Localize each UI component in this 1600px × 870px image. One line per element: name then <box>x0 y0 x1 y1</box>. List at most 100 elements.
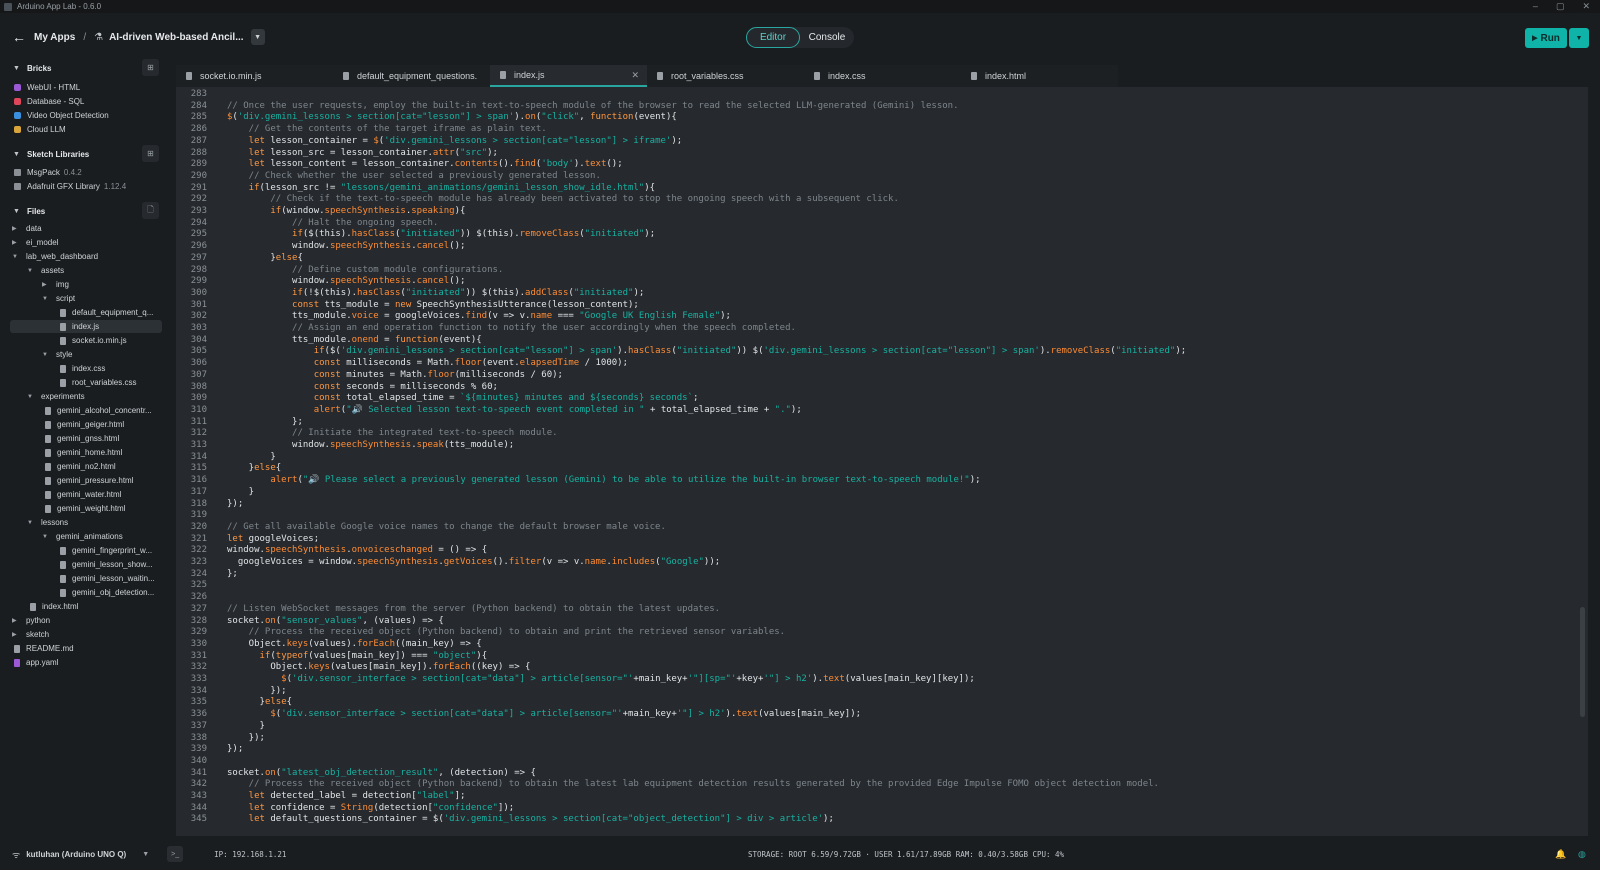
tree-file[interactable]: README.md <box>14 642 74 655</box>
line-number: 286 <box>190 124 207 135</box>
tree-folder[interactable]: ▼ lessons <box>27 516 68 529</box>
tree-folder[interactable]: ▶ python <box>12 614 50 627</box>
tree-file[interactable]: default_equipment_q... <box>60 306 153 319</box>
file-icon <box>45 420 51 429</box>
minimize-icon[interactable]: – <box>1533 1 1538 12</box>
tree-file[interactable]: gemini_no2.html <box>45 460 116 473</box>
code-token: tts_module = <box>319 299 395 310</box>
line-number: 301 <box>190 299 207 310</box>
new-file-icon[interactable]: 🗋 <box>142 202 159 219</box>
my-apps-link[interactable]: My Apps <box>34 32 75 43</box>
code-token: "initiated" <box>400 229 461 240</box>
code-token: window. <box>227 276 330 287</box>
bell-icon[interactable]: 🔔 <box>1555 849 1566 860</box>
tree-file[interactable]: gemini_pressure.html <box>45 474 133 487</box>
tree-label: gemini_obj_detection... <box>72 588 155 597</box>
tab-index-html[interactable]: index.html <box>961 65 1118 87</box>
add-brick-icon[interactable]: ⊞ <box>142 59 159 76</box>
code-token: , (detection) => { <box>438 767 536 778</box>
library-item[interactable]: MsgPack 0.4.2 <box>14 166 82 178</box>
tree-file[interactable]: gemini_water.html <box>45 488 121 501</box>
tree-file[interactable]: index.html <box>30 600 78 613</box>
console-tab-button[interactable]: Console <box>800 32 854 43</box>
code-editor[interactable]: 283 284 285 286 287 288 289 290 291 292 293 294 295 2… <box>176 87 1588 836</box>
tab-index-css[interactable]: index.css <box>804 65 961 87</box>
library-item[interactable]: Adafruit GFX Library 1.12.4 <box>14 180 126 192</box>
code-token: if <box>227 229 303 240</box>
tree-folder[interactable]: ▶ ei_model <box>12 236 58 249</box>
board-selector[interactable]: kutluhan (Arduino UNO Q) <box>26 850 126 859</box>
file-icon <box>60 364 66 373</box>
close-tab-icon[interactable]: ✕ <box>631 70 639 81</box>
tree-file[interactable]: gemini_weight.html <box>45 502 125 515</box>
tree-file[interactable]: gemini_gnss.html <box>45 432 119 445</box>
tree-file-selected[interactable]: index.js <box>10 320 162 333</box>
code-line: window.speechSynthesis.onvoiceschanged =… <box>227 545 487 557</box>
tree-file[interactable]: gemini_home.html <box>45 446 122 459</box>
tab-default-equipment-questions[interactable]: default_equipment_questions. <box>333 65 490 87</box>
tree-folder[interactable]: ▶ sketch <box>12 628 49 641</box>
tree-file[interactable]: gemini_obj_detection... <box>60 586 154 599</box>
tab-socket-io[interactable]: socket.io.min.js <box>176 65 333 87</box>
tree-folder[interactable]: ▼ script <box>42 292 75 305</box>
bricks-section-header[interactable]: ▼ Bricks ⊞ <box>0 59 170 76</box>
tree-file[interactable]: gemini_fingerprint_w... <box>60 544 152 557</box>
sketch-libraries-section-header[interactable]: ▼ Sketch Libraries ⊞ <box>0 145 170 162</box>
tree-file[interactable]: gemini_lesson_waitin... <box>60 572 155 585</box>
code-token: (event){ <box>633 112 677 123</box>
tree-folder[interactable]: ▼ lab_web_dashboard <box>12 250 98 263</box>
terminal-icon[interactable]: >_ <box>167 846 184 862</box>
brick-item[interactable]: Cloud LLM <box>14 123 66 135</box>
code-line: // Check if the text-to-speech module ha… <box>227 194 899 206</box>
vertical-scrollbar[interactable] <box>1580 607 1585 717</box>
breadcrumb-separator: / <box>83 31 87 43</box>
tree-file[interactable]: gemini_geiger.html <box>45 418 124 431</box>
line-number: 337 <box>190 720 207 731</box>
tree-folder[interactable]: ▶ data <box>12 222 42 235</box>
brick-item[interactable]: Database - SQL <box>14 95 84 107</box>
file-icon <box>45 434 51 443</box>
files-section-header[interactable]: ▼ Files 🗋 <box>0 202 170 219</box>
tree-label: gemini_geiger.html <box>57 420 125 429</box>
tree-file[interactable]: app.yaml <box>14 656 58 669</box>
tree-file[interactable]: root_variables.css <box>60 376 136 389</box>
tree-folder[interactable]: ▼ assets <box>27 264 64 277</box>
code-token: , <box>579 112 591 123</box>
code-token: (values[main_key]). <box>329 662 433 673</box>
tree-folder[interactable]: ▶ img <box>42 278 69 291</box>
maximize-icon[interactable]: ▢ <box>1556 1 1565 12</box>
window-controls: – ▢ ✕ <box>1533 1 1600 12</box>
code-token: on <box>264 767 276 778</box>
code-token: floor <box>454 358 482 369</box>
app-name[interactable]: AI-driven Web-based Ancil... <box>109 32 243 43</box>
flask-icon: ⚗ <box>94 31 104 43</box>
back-arrow-icon[interactable]: ← <box>12 29 26 45</box>
tree-file[interactable]: socket.io.min.js <box>60 334 127 347</box>
tree-file[interactable]: gemini_alcohol_concentr... <box>45 404 152 417</box>
code-token: "initiated" <box>573 287 634 298</box>
close-window-icon[interactable]: ✕ <box>1582 1 1590 12</box>
app-menu-chevron-icon[interactable]: ▼ <box>250 29 265 45</box>
brick-item[interactable]: Video Object Detection <box>14 109 109 121</box>
tab-root-variables-css[interactable]: root_variables.css <box>647 65 804 87</box>
code-token: ; <box>693 393 699 404</box>
code-token: // Process the received object (Python b… <box>227 779 1159 790</box>
code-line: }; <box>227 569 238 581</box>
code-token: ). <box>812 674 824 684</box>
run-button[interactable]: ▶ Run <box>1525 28 1567 48</box>
add-library-icon[interactable]: ⊞ <box>142 145 159 162</box>
code-token: "src" <box>460 147 488 158</box>
tree-label: experiments <box>41 392 85 401</box>
board-chevron-icon[interactable]: ▼ <box>142 851 149 858</box>
tab-index-js[interactable]: index.js ✕ <box>490 65 647 87</box>
tree-file[interactable]: index.css <box>60 362 105 375</box>
brick-item[interactable]: WebUI - HTML <box>14 81 80 93</box>
code-line: }else{ <box>227 697 293 709</box>
tree-folder[interactable]: ▼ style <box>42 348 72 361</box>
tree-file[interactable]: gemini_lesson_show... <box>60 558 153 571</box>
tree-folder[interactable]: ▼ experiments <box>27 390 85 403</box>
run-options-chevron-icon[interactable]: ▼ <box>1569 28 1589 48</box>
globe-icon[interactable]: ◍ <box>1578 849 1586 860</box>
tree-folder[interactable]: ▼ gemini_animations <box>42 530 123 543</box>
editor-tab-button[interactable]: Editor <box>746 27 800 48</box>
